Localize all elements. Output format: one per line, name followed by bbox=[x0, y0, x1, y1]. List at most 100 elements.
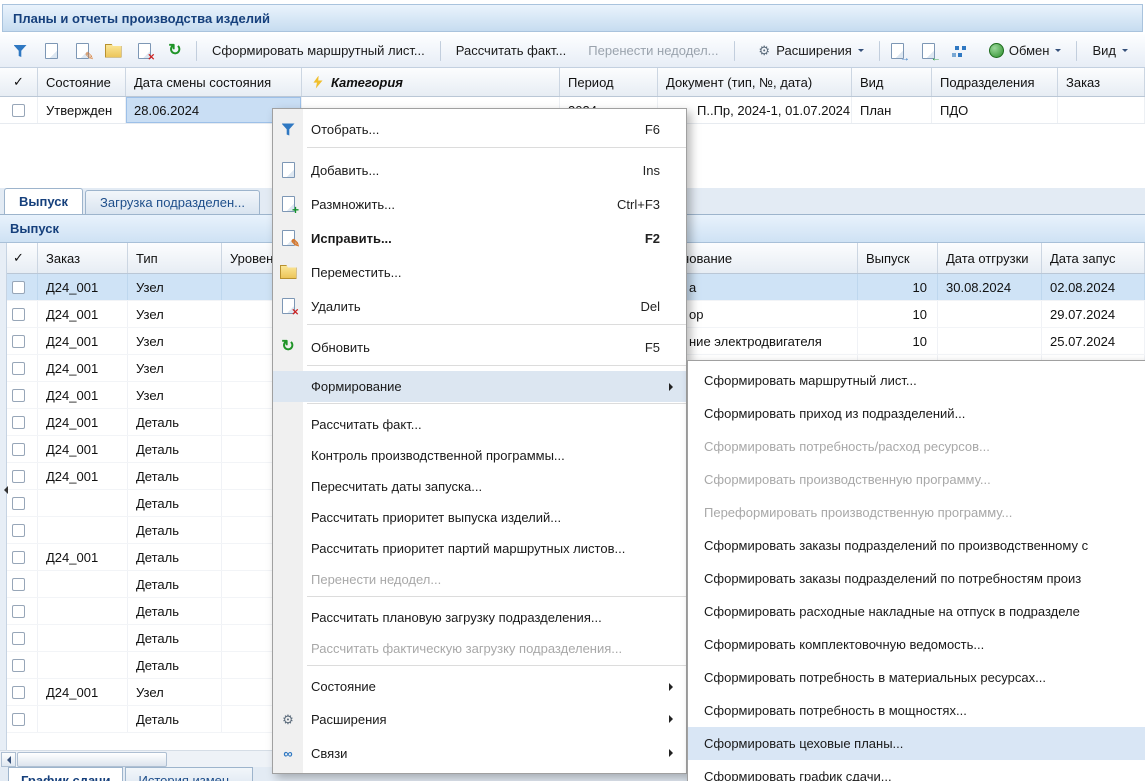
row-checkbox[interactable] bbox=[12, 578, 25, 591]
context-menu-item[interactable]: Пересчитать даты запуска... bbox=[273, 471, 686, 502]
row-checkbox[interactable] bbox=[12, 443, 25, 456]
export-button[interactable] bbox=[884, 38, 915, 64]
type-cell: Деталь bbox=[128, 436, 222, 462]
tab-vypusk[interactable]: Выпуск bbox=[4, 188, 83, 214]
route-sheet-button[interactable]: Сформировать маршрутный лист... bbox=[201, 38, 436, 64]
add-button[interactable] bbox=[37, 38, 68, 64]
context-menu-item[interactable]: Рассчитать приоритет выпуска изделий... bbox=[273, 502, 686, 533]
row-checkbox[interactable] bbox=[12, 362, 25, 375]
submenu-item[interactable]: Сформировать комплектовочную ведомость..… bbox=[688, 628, 1145, 661]
type-cell: Деталь bbox=[128, 409, 222, 435]
extensions-dropdown[interactable]: Расширения bbox=[744, 38, 875, 64]
column-header[interactable]: Тип bbox=[128, 243, 222, 273]
submenu-item[interactable]: Сформировать маршрутный лист... bbox=[688, 364, 1145, 397]
scrollbar-thumb[interactable] bbox=[17, 752, 167, 767]
column-header[interactable]: Документ (тип, №, дата) bbox=[658, 68, 852, 96]
submenu-item[interactable]: Сформировать расходные накладные на отпу… bbox=[688, 595, 1145, 628]
app-window: Планы и отчеты производства изделий bbox=[0, 0, 1145, 781]
column-header[interactable]: Заказ bbox=[1058, 68, 1145, 96]
type-cell: Узел bbox=[128, 382, 222, 408]
column-header[interactable]: Заказ bbox=[38, 243, 128, 273]
column-header[interactable]: Подразделения bbox=[932, 68, 1058, 96]
tab-zagruzka[interactable]: Загрузка подразделен... bbox=[85, 190, 260, 214]
view-dropdown[interactable]: Вид bbox=[1081, 38, 1139, 64]
ship-date-cell: 30.08.2024 bbox=[938, 274, 1042, 300]
row-checkbox[interactable] bbox=[12, 335, 25, 348]
context-menu-item[interactable]: Формирование bbox=[273, 371, 686, 402]
row-checkbox[interactable] bbox=[12, 389, 25, 402]
doc-edit-icon bbox=[279, 229, 297, 247]
doc-new-icon bbox=[279, 161, 297, 179]
context-menu-item[interactable]: Обновить F5 bbox=[273, 330, 686, 364]
import-button[interactable] bbox=[915, 38, 946, 64]
context-menu-item[interactable]: Расширения bbox=[273, 702, 686, 736]
column-header[interactable]: Вид bbox=[852, 68, 932, 96]
context-menu-item[interactable]: Отобрать... F6 bbox=[273, 112, 686, 146]
context-menu-item[interactable]: Исправить... F2 bbox=[273, 221, 686, 255]
submenu-item[interactable]: Сформировать цеховые планы... bbox=[688, 727, 1145, 760]
row-checkbox[interactable] bbox=[12, 470, 25, 483]
column-header[interactable]: Категория bbox=[302, 68, 560, 96]
type-cell: Узел bbox=[128, 355, 222, 381]
context-menu-item[interactable]: Переместить... bbox=[273, 255, 686, 289]
structure-button[interactable] bbox=[946, 38, 977, 64]
separator bbox=[1076, 41, 1077, 61]
row-checkbox[interactable] bbox=[12, 686, 25, 699]
row-checkbox[interactable] bbox=[12, 524, 25, 537]
row-checkbox[interactable] bbox=[12, 713, 25, 726]
tab-istoriya[interactable]: История измен... bbox=[125, 767, 252, 781]
row-checkbox[interactable] bbox=[12, 104, 25, 117]
order-cell: Д24_001 bbox=[38, 355, 128, 381]
separator bbox=[196, 41, 197, 61]
submenu-item[interactable]: Сформировать заказы подразделений по пот… bbox=[688, 562, 1145, 595]
edit-button[interactable] bbox=[68, 38, 99, 64]
column-header[interactable]: Состояние bbox=[38, 68, 126, 96]
main-toolbar: Сформировать маршрутный лист... Рассчита… bbox=[0, 34, 1145, 68]
context-menu-item[interactable]: Рассчитать приоритет партий маршрутных л… bbox=[273, 533, 686, 564]
type-cell: Деталь bbox=[128, 544, 222, 570]
column-header[interactable]: ✓ bbox=[0, 68, 38, 96]
column-header[interactable]: Дата запус bbox=[1042, 243, 1145, 273]
column-header[interactable]: Дата отгрузки bbox=[938, 243, 1042, 273]
submenu-item[interactable]: Сформировать потребность в материальных … bbox=[688, 661, 1145, 694]
column-header[interactable]: Выпуск bbox=[858, 243, 938, 273]
chevron-down-icon bbox=[1122, 49, 1128, 55]
row-checkbox[interactable] bbox=[12, 281, 25, 294]
submenu-item[interactable]: Сформировать график сдачи... bbox=[688, 760, 1145, 781]
row-checkbox[interactable] bbox=[12, 551, 25, 564]
scroll-left-icon[interactable] bbox=[1, 752, 16, 767]
move-button[interactable] bbox=[99, 38, 130, 64]
tab-grafik-sdachi[interactable]: График сдачи bbox=[8, 767, 123, 781]
type-cell: Узел bbox=[128, 301, 222, 327]
refresh-button[interactable] bbox=[161, 38, 192, 64]
delete-button[interactable] bbox=[130, 38, 161, 64]
row-checkbox[interactable] bbox=[12, 605, 25, 618]
submenu-item[interactable]: Сформировать приход из подразделений... bbox=[688, 397, 1145, 430]
column-header[interactable]: Дата смены состояния bbox=[126, 68, 302, 96]
context-menu-item[interactable]: Контроль производственной программы... bbox=[273, 440, 686, 471]
submenu-item[interactable]: Сформировать потребность в мощностях... bbox=[688, 694, 1145, 727]
kind-cell: План bbox=[852, 97, 932, 123]
exchange-dropdown[interactable]: Обмен bbox=[977, 38, 1073, 64]
row-checkbox[interactable] bbox=[12, 659, 25, 672]
row-checkbox[interactable] bbox=[12, 308, 25, 321]
context-menu-item[interactable]: Размножить... Ctrl+F3 bbox=[273, 187, 686, 221]
separator bbox=[307, 403, 686, 408]
context-menu-item[interactable]: Рассчитать плановую загрузку подразделен… bbox=[273, 602, 686, 633]
doc-new-icon bbox=[42, 42, 60, 60]
row-checkbox[interactable] bbox=[12, 497, 25, 510]
submenu-item[interactable]: Сформировать заказы подразделений по про… bbox=[688, 529, 1145, 562]
context-menu: Отобрать... F6 Добавить... Ins Размножит… bbox=[272, 108, 687, 774]
context-menu-item[interactable]: Добавить... Ins bbox=[273, 153, 686, 187]
row-checkbox[interactable] bbox=[12, 632, 25, 645]
context-menu-item[interactable]: Состояние bbox=[273, 671, 686, 702]
order-cell: Д24_001 bbox=[38, 544, 128, 570]
filter-button[interactable] bbox=[6, 38, 37, 64]
pane-splitter[interactable] bbox=[0, 243, 7, 750]
context-menu-item[interactable]: Связи bbox=[273, 736, 686, 770]
row-checkbox[interactable] bbox=[12, 416, 25, 429]
calc-fact-button[interactable]: Рассчитать факт... bbox=[445, 38, 578, 64]
context-menu-item[interactable]: Рассчитать факт... bbox=[273, 409, 686, 440]
context-menu-item[interactable]: Удалить Del bbox=[273, 289, 686, 323]
column-header[interactable]: Период bbox=[560, 68, 658, 96]
